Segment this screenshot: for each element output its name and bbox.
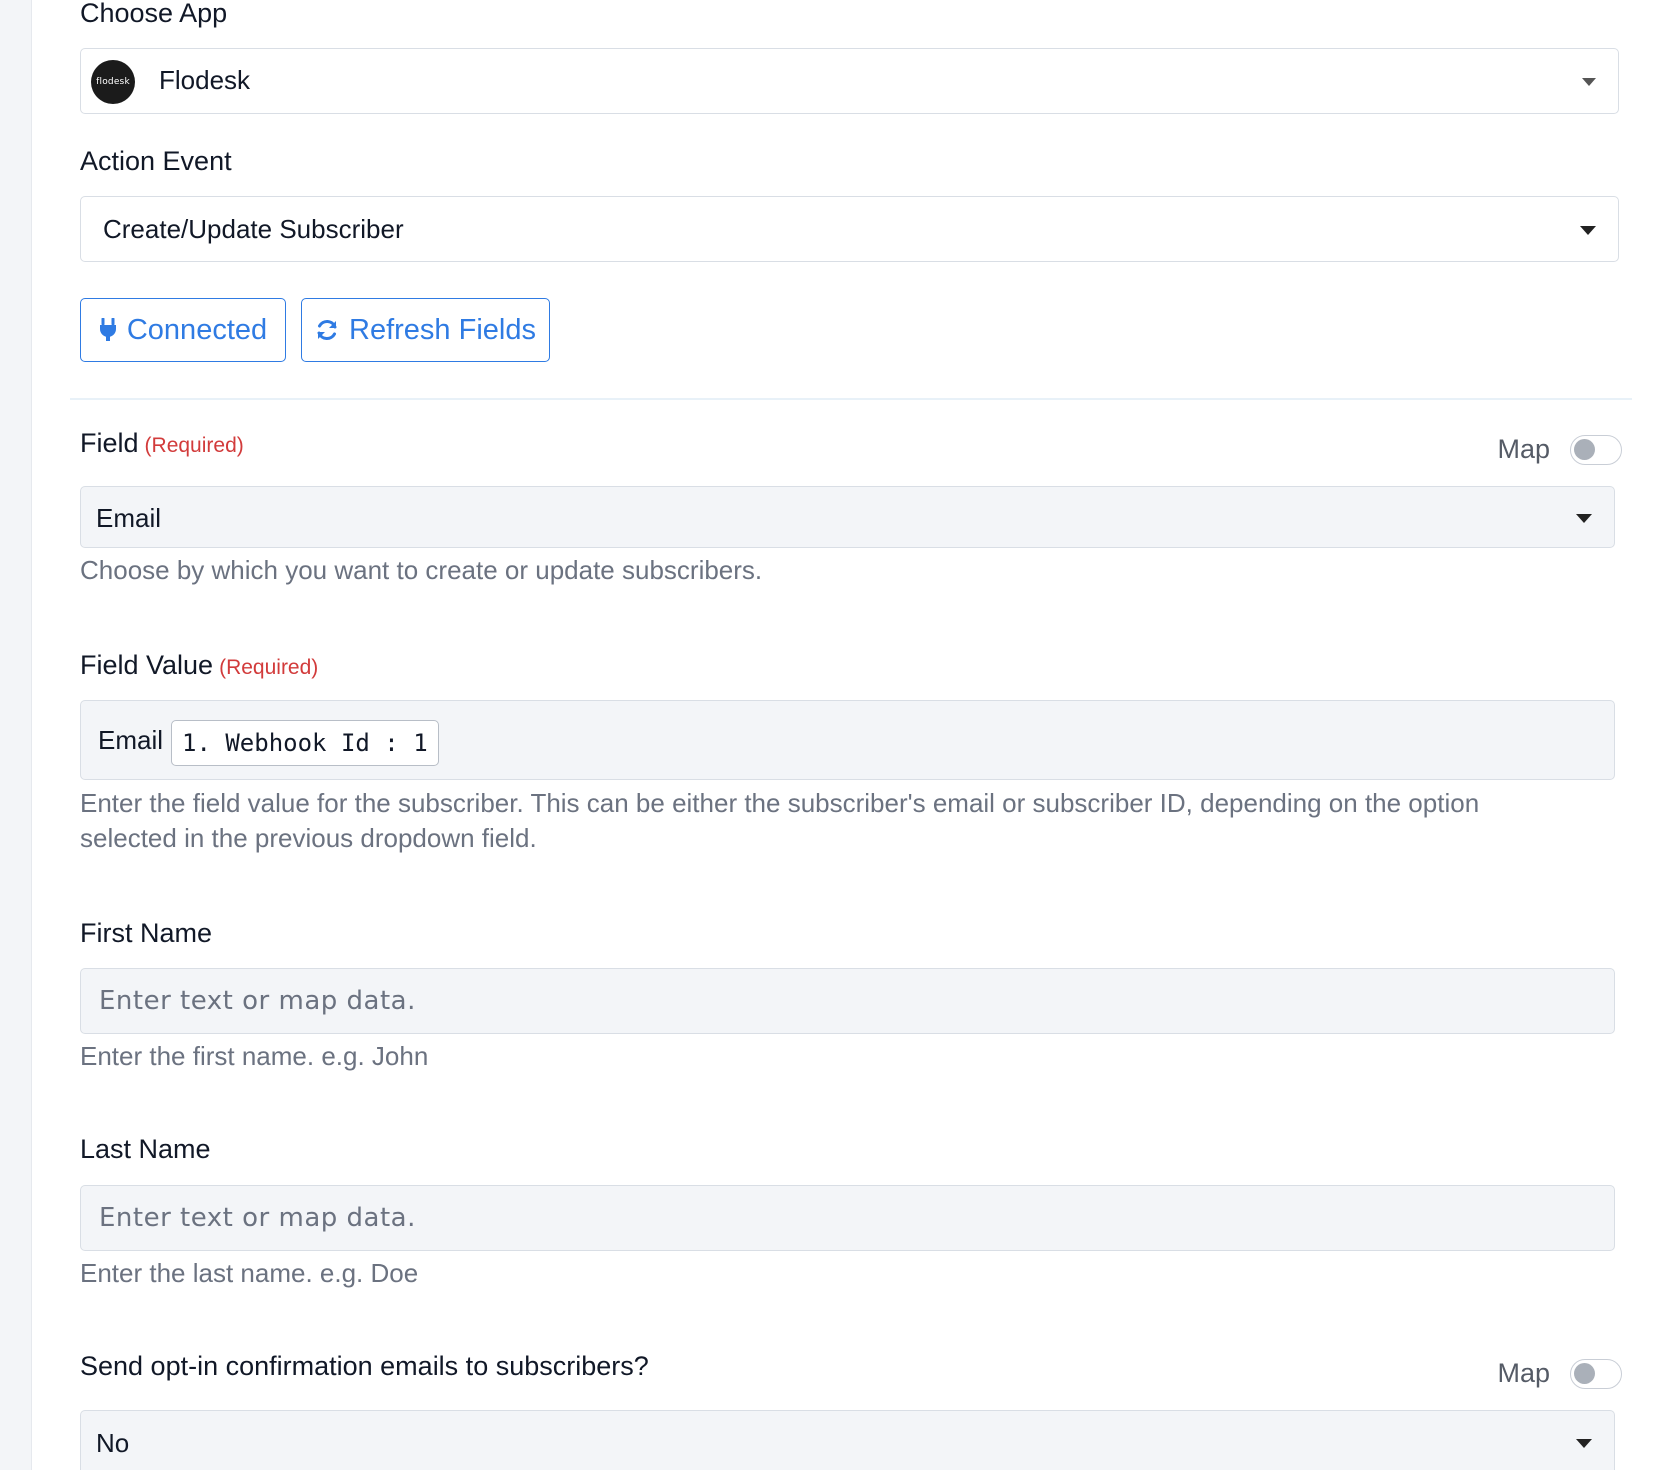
chevron-down-icon bbox=[1576, 1439, 1592, 1448]
field-map-toggle[interactable] bbox=[1570, 434, 1622, 465]
opt-in-label: Send opt-in confirmation emails to subsc… bbox=[80, 1351, 649, 1381]
map-label: Map bbox=[1497, 1358, 1550, 1388]
action-event-value: Create/Update Subscriber bbox=[103, 214, 404, 244]
last-name-label: Last Name bbox=[80, 1134, 211, 1164]
connected-label: Connected bbox=[126, 313, 268, 346]
field-help: Choose by which you want to create or up… bbox=[80, 555, 763, 585]
choose-app-value: Flodesk bbox=[159, 65, 251, 95]
required-tag: (Required) bbox=[144, 434, 244, 457]
field-value-input[interactable]: Email 1. Webhook Id : 1 bbox=[80, 700, 1615, 780]
chevron-down-icon bbox=[1582, 78, 1596, 86]
required-tag: (Required) bbox=[219, 656, 319, 679]
first-name-input[interactable] bbox=[81, 969, 1614, 1033]
toggle-knob bbox=[1574, 438, 1595, 460]
field-select[interactable]: Email bbox=[80, 486, 1615, 548]
map-label: Map bbox=[1497, 434, 1550, 464]
field-value-label-text: Field Value bbox=[80, 650, 214, 680]
choose-app-select[interactable]: flodesk Flodesk bbox=[80, 48, 1619, 114]
plug-icon bbox=[99, 318, 117, 342]
field-label: Field (Required) bbox=[80, 428, 244, 459]
action-event-select[interactable]: Create/Update Subscriber bbox=[80, 196, 1619, 262]
field-value-help-line1: Enter the field value for the subscriber… bbox=[80, 788, 1480, 818]
action-event-label: Action Event bbox=[80, 146, 232, 176]
opt-in-select[interactable]: No bbox=[80, 1410, 1615, 1470]
field-map-control: Map bbox=[1497, 434, 1622, 465]
last-name-input[interactable] bbox=[81, 1186, 1614, 1250]
left-rail bbox=[0, 0, 32, 1470]
field-value-help-line2: selected in the previous dropdown field. bbox=[80, 823, 537, 853]
first-name-help: Enter the first name. e.g. John bbox=[80, 1041, 429, 1071]
last-name-field[interactable] bbox=[80, 1185, 1615, 1251]
opt-in-map-control: Map bbox=[1497, 1358, 1622, 1389]
opt-in-map-toggle[interactable] bbox=[1570, 1358, 1622, 1389]
opt-in-value: No bbox=[96, 1428, 130, 1458]
action-form: Choose App flodesk Flodesk Action Event … bbox=[70, 0, 1632, 1470]
field-value-text: Email bbox=[98, 725, 164, 755]
mapped-data-chip[interactable]: 1. Webhook Id : 1 bbox=[171, 720, 439, 766]
field-value-label: Field Value (Required) bbox=[80, 650, 318, 681]
toggle-knob bbox=[1574, 1362, 1595, 1384]
field-label-text: Field bbox=[80, 428, 139, 458]
first-name-field[interactable] bbox=[80, 968, 1615, 1034]
last-name-help: Enter the last name. e.g. Doe bbox=[80, 1258, 419, 1288]
field-value-help: Enter the field value for the subscriber… bbox=[80, 786, 1632, 856]
connected-button[interactable]: Connected bbox=[80, 298, 286, 362]
divider bbox=[70, 398, 1632, 400]
chevron-down-icon bbox=[1576, 514, 1592, 523]
flodesk-logo: flodesk bbox=[91, 60, 135, 104]
field-value: Email bbox=[96, 503, 162, 533]
refresh-fields-label: Refresh Fields bbox=[349, 313, 536, 346]
refresh-fields-button[interactable]: Refresh Fields bbox=[301, 298, 550, 362]
first-name-label: First Name bbox=[80, 918, 213, 948]
refresh-icon bbox=[315, 318, 339, 342]
choose-app-label: Choose App bbox=[80, 0, 228, 28]
chevron-down-icon bbox=[1580, 226, 1596, 235]
